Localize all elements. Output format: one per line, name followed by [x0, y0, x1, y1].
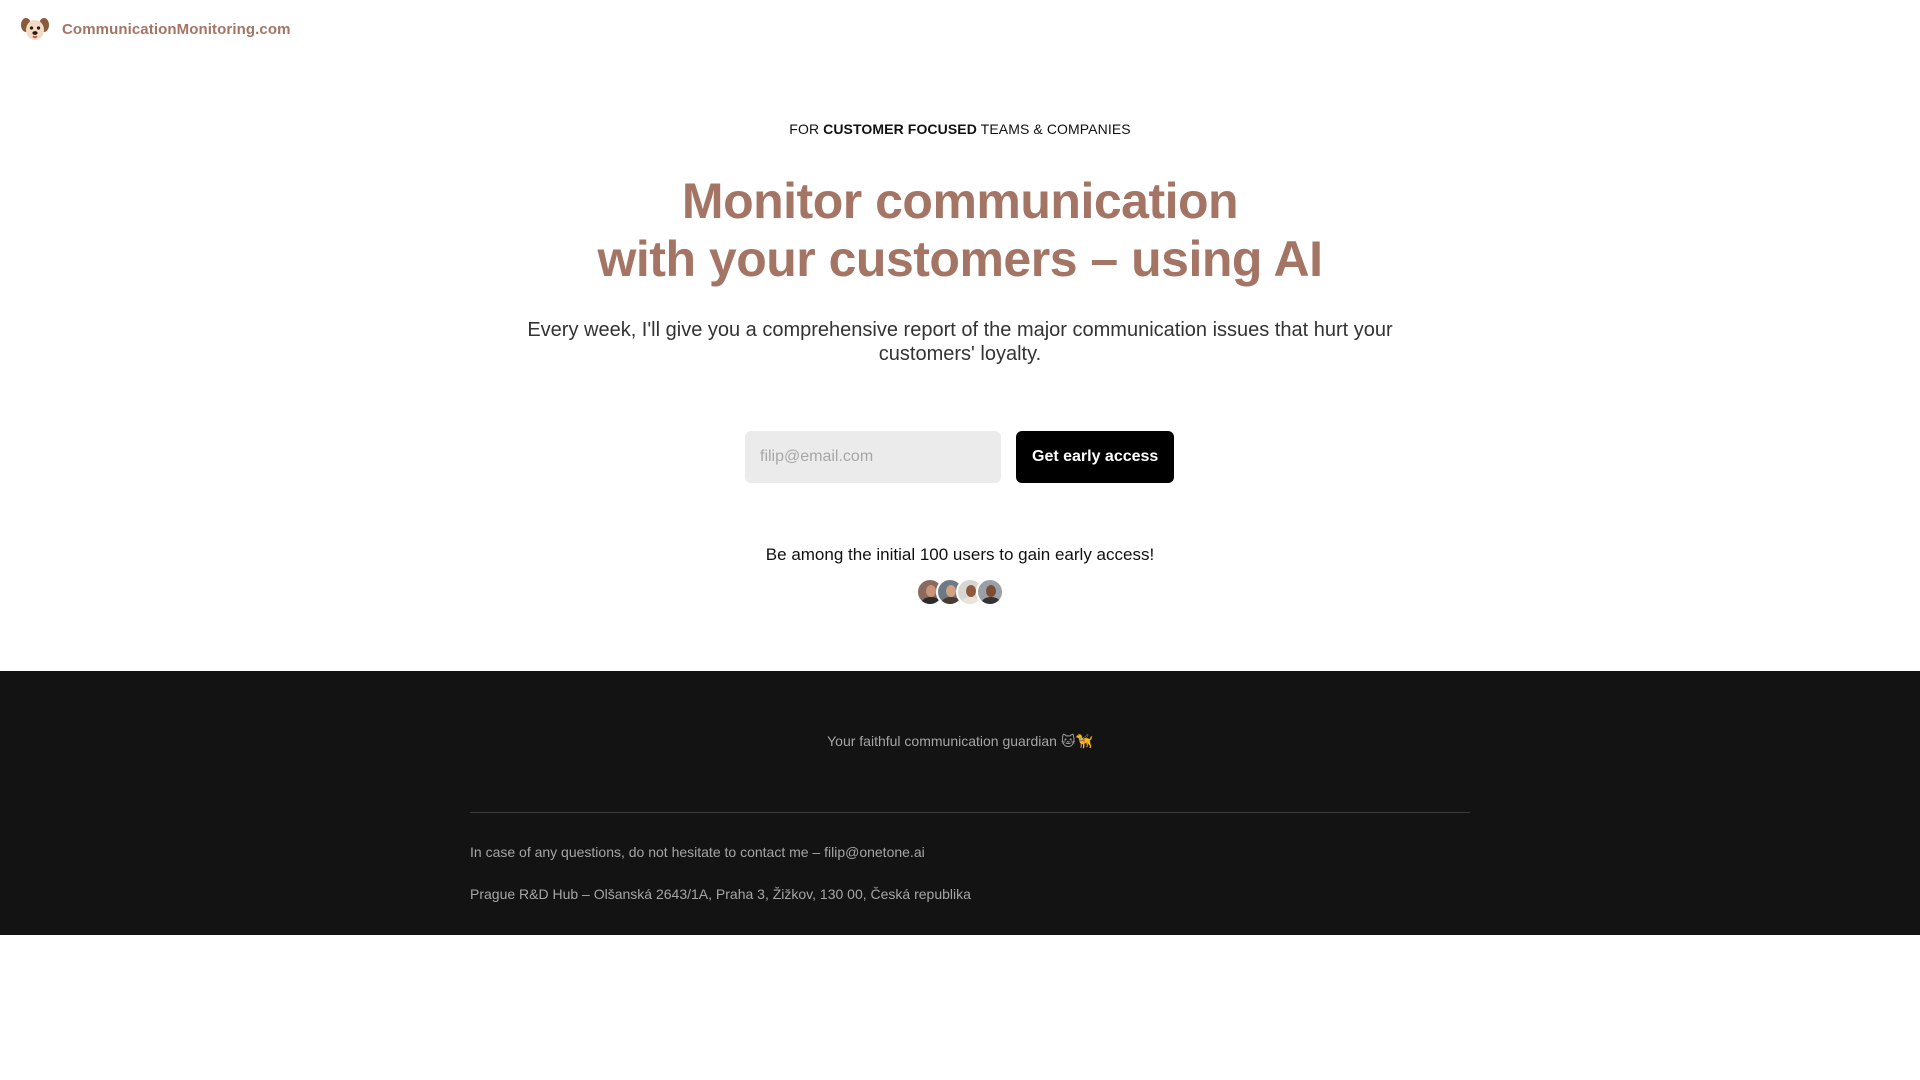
get-early-access-button[interactable]: Get early access [1016, 431, 1175, 483]
email-input[interactable] [745, 431, 1001, 483]
headline-line-2: with your customers – using AI [597, 231, 1323, 287]
signup-form: Get early access [745, 431, 1175, 483]
footer-contact: In case of any questions, do not hesitat… [470, 844, 925, 860]
footer-address: Prague R&D Hub – Olšanská 2643/1A, Praha… [470, 886, 971, 902]
hero-subtitle: Every week, I'll give you a comprehensiv… [527, 319, 1393, 365]
avatar-face [946, 585, 956, 597]
avatar-body [981, 597, 1001, 604]
avatar-face [966, 585, 976, 597]
hero-section: FOR CUSTOMER FOCUSED TEAMS & COMPANIES M… [0, 0, 1920, 671]
footer-divider [470, 812, 1470, 813]
avatar-face [986, 585, 996, 597]
site-footer: Your faithful communication guardian 🐱🦮 … [0, 671, 1920, 935]
eyebrow-suffix: TEAMS & COMPANIES [976, 121, 1131, 137]
headline-line-1: Monitor communication [681, 173, 1239, 229]
avatar-face [926, 585, 936, 597]
audience-eyebrow: FOR CUSTOMER FOCUSED TEAMS & COMPANIES [0, 121, 1920, 137]
footer-tagline: Your faithful communication guardian 🐱🦮 [827, 733, 1093, 749]
user-avatar-stack [916, 578, 1004, 606]
user-avatar-4 [976, 578, 1004, 606]
page-headline: Monitor communication with your customer… [0, 172, 1920, 288]
eyebrow-prefix: FOR [789, 121, 824, 137]
eyebrow-highlight: CUSTOMER FOCUSED [823, 121, 977, 137]
early-access-note: Be among the initial 100 users to gain e… [765, 545, 1155, 564]
